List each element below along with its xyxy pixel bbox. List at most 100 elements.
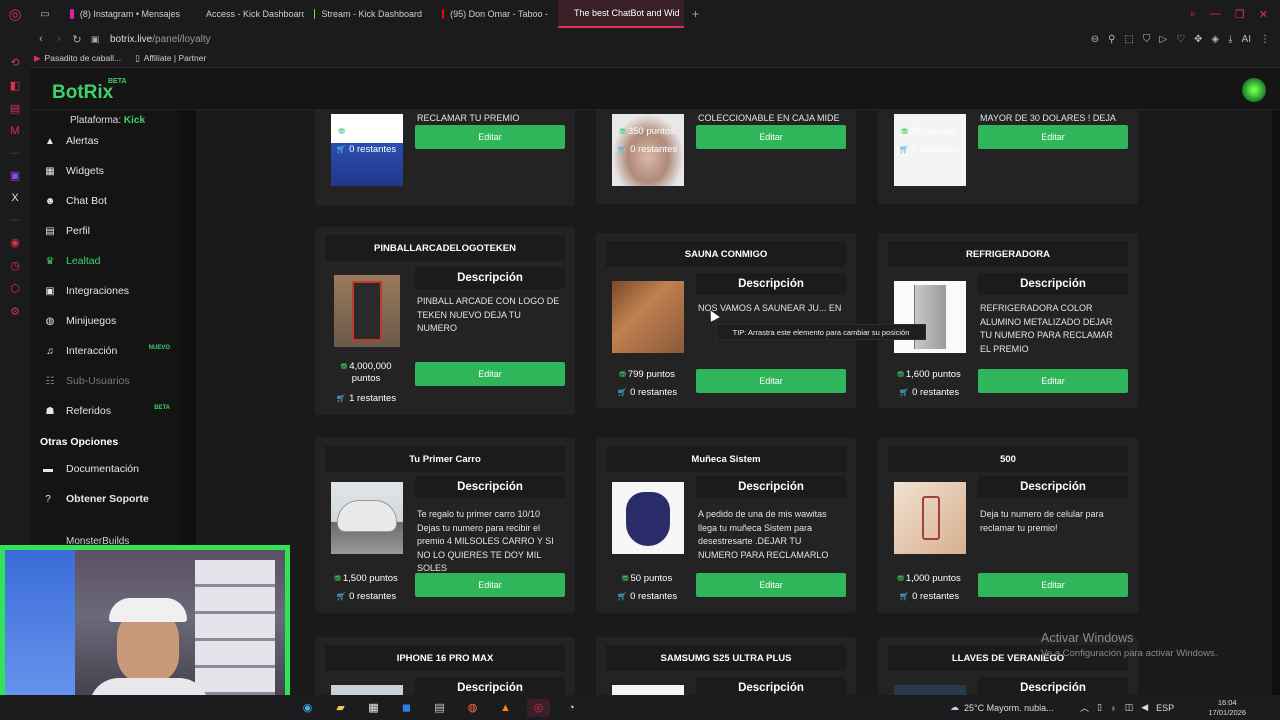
sidebar-item-chatbot[interactable]: ☻ Chat Bot (30, 186, 180, 216)
reward-card[interactable]: IPHONE 16 PRO MAX Descripción (315, 637, 575, 695)
reward-card[interactable]: SAMSUMG S25 ULTRA PLUS Descripción (596, 637, 856, 695)
volume-icon[interactable]: ◀ (1141, 702, 1148, 713)
weather-widget[interactable]: ☁ 25°C Mayorm. nubla... (950, 695, 1054, 720)
sidebar-item-interaccion[interactable]: ♫ Interacción NUEVO (30, 336, 180, 366)
sidebar-item-minijuegos[interactable]: ◍ Minijuegos (30, 306, 180, 336)
coins-icon: ⛃ (334, 574, 341, 583)
sidebar-item-soporte[interactable]: ? Obtener Soporte (30, 484, 180, 514)
reward-card[interactable]: RECLAMAR TU PREMIO ⛃ 300 puntos 🛒︎ 0 resta… (315, 110, 575, 206)
reward-title: PINBALLARCADELOGOTEKEN (325, 235, 565, 261)
reward-card[interactable]: COLECCIONABLE EN CAJA MIDE 1 METRO DEJAR… (596, 110, 856, 204)
bookmark-item[interactable]: ▯ Affiliate | Partner (135, 53, 206, 64)
reward-card[interactable]: Muñeca Sistem Descripción A pedido de un… (596, 438, 856, 613)
avatar[interactable] (1242, 78, 1266, 102)
edit-button[interactable]: Editar (978, 125, 1128, 149)
forward-icon[interactable]: › (50, 33, 68, 45)
screenshot-icon[interactable]: ⬚ (1124, 34, 1133, 45)
play-icon[interactable]: ▷ (1159, 34, 1167, 45)
reward-card[interactable]: REFRIGERADORA Descripción REFRIGERADORA … (878, 233, 1138, 408)
history-icon[interactable]: ◷ (10, 259, 20, 272)
files-icon[interactable]: ▤ (428, 699, 451, 717)
sidebar-item-integraciones[interactable]: ▣ Integraciones (30, 276, 180, 306)
obs-icon[interactable]: ◔ (560, 699, 583, 717)
tab-youtube[interactable]: (95) Don Omar - Taboo - (432, 0, 558, 28)
tab-kick-access[interactable]: Access - Kick Dashboard (190, 0, 304, 28)
browser-logo-icon[interactable]: ◎ (0, 5, 30, 23)
back-icon[interactable]: ‹ (32, 33, 50, 45)
reward-title: SAUNA CONMIGO (606, 241, 846, 267)
tab-instagram[interactable]: (8) Instagram • Mensajes (60, 0, 190, 28)
sidebar-item-referidos[interactable]: ☗ Referidos BETA (30, 396, 180, 426)
botrix-logo[interactable]: BotRix (52, 82, 113, 104)
bookmark-item[interactable]: ▶ Pasadito de caball... (34, 53, 121, 64)
network-icon[interactable]: ◫ (1125, 702, 1134, 713)
url-field[interactable]: botrix.live/panel/loyalty (110, 34, 211, 45)
maximize-icon[interactable]: ❐ (1235, 8, 1245, 21)
coins-icon: ⛃ (340, 362, 348, 371)
outlook-icon[interactable]: ◼ (395, 699, 418, 717)
clock[interactable]: 16:04 17/01/2026 (1208, 698, 1246, 718)
chat-icon[interactable]: ▤ (10, 102, 20, 115)
reward-card[interactable]: SAUNA CONMIGO Descripción NOS VAMOS A SA… (596, 233, 856, 408)
extensions-icon[interactable]: ✥ (1194, 34, 1202, 45)
sidebar-item-alertas[interactable]: ▲ Alertas (30, 126, 180, 156)
edit-button[interactable]: Editar (696, 125, 846, 149)
sidebar-item-documentacion[interactable]: ▬ Documentación (30, 454, 180, 484)
usb-icon[interactable]: ▯ (1097, 702, 1102, 713)
edit-button[interactable]: Editar (415, 362, 565, 386)
opera-gx-icon[interactable]: ◎ (527, 698, 550, 717)
beta-badge: BETA (154, 405, 170, 411)
wallet-icon[interactable]: ◈ (1211, 34, 1219, 45)
chevron-up-icon[interactable]: ︿ (1080, 701, 1089, 714)
heart-icon[interactable]: ♡ (1176, 34, 1185, 45)
menu-icon[interactable]: ⋮ (1260, 34, 1270, 45)
vlc-icon[interactable]: ▲ (494, 699, 517, 717)
edit-button[interactable]: Editar (696, 573, 846, 597)
edit-button[interactable]: Editar (696, 369, 846, 393)
sidebar-item-lealtad[interactable]: ♛ Lealtad (30, 246, 180, 276)
zoom-icon[interactable]: ⊖ (1091, 34, 1099, 45)
twitch-icon[interactable]: ▣ (10, 169, 20, 182)
edit-button[interactable]: Editar (978, 573, 1128, 597)
vk-icon[interactable]: ◧ (10, 79, 20, 92)
gamepad-icon: ◍ (45, 315, 55, 327)
pin-icon[interactable]: ⚲ (1108, 34, 1115, 45)
reward-card[interactable]: Tu Primer Carro Descripción Te regalo tu… (315, 438, 575, 613)
search-icon[interactable]: ⌕ (1190, 8, 1196, 21)
x-icon[interactable]: X (11, 192, 18, 204)
edit-button[interactable]: Editar (415, 125, 565, 149)
reload-icon[interactable]: ↻ (68, 33, 86, 46)
sidebar-item-subusuarios[interactable]: ☷ Sub-Usuarios (30, 366, 180, 396)
system-tray: ︿ ▯ ♁ ◫ ◀ ESP (1080, 695, 1174, 720)
reward-description: PINBALL ARCADE CON LOGO DE TEKEN NUEVO D… (417, 296, 560, 333)
tab-manager-icon[interactable]: ▭ (30, 9, 60, 20)
reward-card[interactable]: 500 Descripción Deja tu numero de celula… (878, 438, 1138, 613)
sidebar-item-perfil[interactable]: ▤ Perfil (30, 216, 180, 246)
mic-icon[interactable]: ♁ (1110, 703, 1117, 713)
mail-icon[interactable]: M (10, 125, 19, 137)
ai-button[interactable]: AI (1242, 34, 1251, 45)
shield-icon[interactable]: ⛉ (1143, 34, 1151, 45)
cube-icon[interactable]: ⬡ (10, 282, 20, 295)
sidebar-item-widgets[interactable]: ▦ Widgets (30, 156, 180, 186)
edge-icon[interactable]: ◉ (296, 699, 319, 717)
reward-card[interactable]: MAYOR DE 30 DOLARES ! DEJA TU NUMERO ⛃30… (878, 110, 1138, 204)
flow-icon[interactable]: ⟲ (10, 56, 19, 69)
player-icon[interactable]: ◉ (10, 236, 20, 249)
close-icon[interactable]: ✕ (1259, 8, 1268, 21)
firefox-icon[interactable]: ◍ (461, 699, 484, 717)
edit-button[interactable]: Editar (978, 369, 1128, 393)
reward-image (894, 685, 966, 695)
reward-card[interactable]: PINBALLARCADELOGOTEKEN Descripción PINBA… (315, 227, 575, 415)
tab-botrix[interactable]: The best ChatBot and Wid (558, 0, 684, 28)
folder-icon[interactable]: ▰ (329, 699, 352, 717)
tab-kick-stream[interactable]: Stream - Kick Dashboard (304, 0, 432, 28)
download-icon[interactable]: ⤓ (1228, 34, 1232, 45)
coins-icon: ⛃ (619, 127, 626, 136)
store-icon[interactable]: ▦ (362, 699, 385, 717)
new-tab-button[interactable]: + (684, 7, 707, 21)
edit-button[interactable]: Editar (415, 573, 565, 597)
minimize-icon[interactable]: — (1210, 8, 1221, 20)
settings-icon[interactable]: ⚙ (10, 305, 20, 318)
language-indicator[interactable]: ESP (1156, 703, 1174, 713)
